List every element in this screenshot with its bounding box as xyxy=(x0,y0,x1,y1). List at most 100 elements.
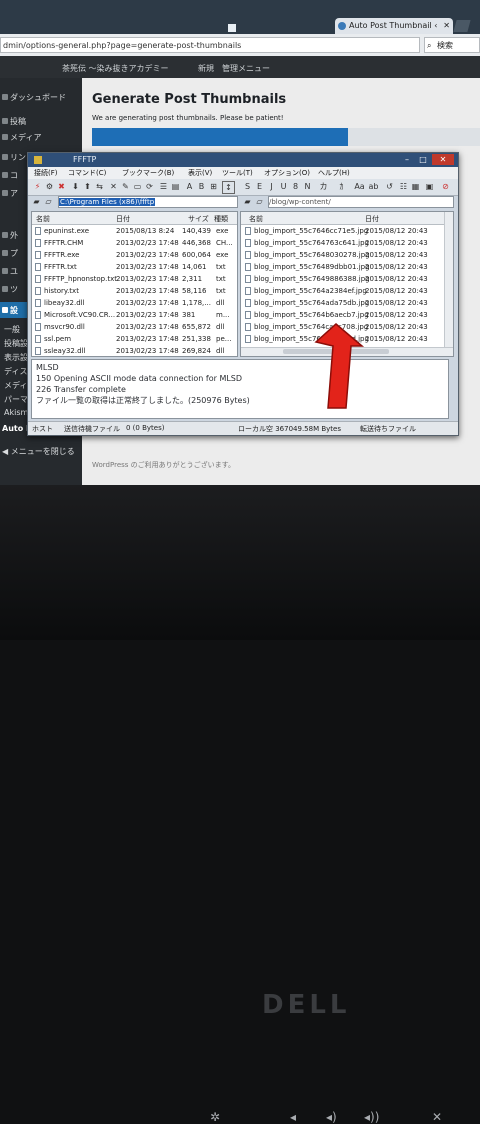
ascii-mode-icon[interactable]: A xyxy=(184,181,195,192)
grid-icon[interactable]: ▦ xyxy=(410,181,421,192)
menu-options[interactable]: オプション(O) xyxy=(264,168,310,178)
close-icon[interactable]: ✕ xyxy=(432,154,454,165)
sidebar-item-posts[interactable]: 投稿 xyxy=(10,116,26,127)
binary-mode-icon[interactable]: B xyxy=(196,181,207,192)
settings-icon xyxy=(2,307,8,313)
monitor-bezel: DELL ✲ ◂ ◂) ◂)) ✕ xyxy=(0,485,480,1124)
upload-icon[interactable]: ⬆ xyxy=(82,181,93,192)
maximize-icon[interactable]: □ xyxy=(416,154,430,165)
sidebar-item-media[interactable]: メディア xyxy=(10,132,41,143)
sidebar-item-appearance[interactable]: ア xyxy=(10,188,18,199)
mute-icon[interactable]: ✕ xyxy=(432,1110,442,1124)
name-case-icon[interactable]: ab xyxy=(368,181,379,192)
menu-tools[interactable]: ツール(T) xyxy=(222,168,253,178)
file-name: history.txt xyxy=(44,287,79,295)
col-date[interactable]: 日付 xyxy=(365,214,379,224)
collapse-menu-button[interactable]: ◀ メニューを閉じる xyxy=(2,446,75,457)
site-name-link[interactable]: 茶筅伝 〜染み抜きアカデミー xyxy=(62,63,169,74)
file-date: 2015/08/12 20:43 xyxy=(365,227,428,235)
detail-view-icon[interactable]: ▤ xyxy=(170,181,181,192)
sidebar-item-settings[interactable]: 設 xyxy=(10,305,18,316)
rename-icon[interactable]: ✎ xyxy=(120,181,131,192)
file-icon xyxy=(245,311,251,319)
menu-connect[interactable]: 接続(F) xyxy=(34,168,58,178)
sidebar-item-tools[interactable]: ツ xyxy=(10,284,18,295)
list-view-icon[interactable]: ☰ xyxy=(158,181,169,192)
col-type[interactable]: 種類 xyxy=(214,214,228,224)
new-link[interactable]: 新規 xyxy=(198,63,214,74)
quick-connect-icon[interactable]: ⚙ xyxy=(44,181,55,192)
close-tab-icon[interactable]: ✕ xyxy=(443,18,450,34)
kanji-sjis-icon[interactable]: S xyxy=(242,181,253,192)
brightness-icon[interactable]: ✲ xyxy=(210,1110,220,1124)
kana-convert-icon[interactable]: カ xyxy=(318,181,329,192)
sync-icon[interactable]: ↕ xyxy=(222,181,235,194)
connect-icon[interactable]: ⚡ xyxy=(32,181,43,192)
menu-view[interactable]: 表示(V) xyxy=(188,168,212,178)
auto-mode-icon[interactable]: ⊞ xyxy=(208,181,219,192)
file-date: 2015/08/13 8:24 xyxy=(116,227,175,235)
sidebar-item-links[interactable]: リン xyxy=(10,152,26,163)
kanji-utf8-icon[interactable]: U xyxy=(278,181,289,192)
col-name[interactable]: 名前 xyxy=(249,214,263,224)
stop-icon[interactable]: ⊘ xyxy=(440,181,451,192)
upper-lower-icon[interactable]: Aa xyxy=(354,181,365,192)
table-row[interactable]: ssleay32.dll 2013/02/23 17:48 269,824 dll xyxy=(32,345,237,356)
remote-path-input[interactable]: /blog/wp-content/ xyxy=(268,196,454,208)
tools-icon xyxy=(2,286,8,292)
refresh-icon[interactable]: ⟳ xyxy=(144,181,155,192)
kanji-euc-icon[interactable]: E xyxy=(254,181,265,192)
options-icon[interactable]: ▣ xyxy=(424,181,435,192)
file-size: 1,178,... xyxy=(182,299,211,307)
local-path-input[interactable]: C:\Program Files (x86)\ffftp xyxy=(58,196,238,208)
kanji-jis-icon[interactable]: J xyxy=(266,181,277,192)
delete-icon[interactable]: ✕ xyxy=(108,181,119,192)
file-icon xyxy=(245,239,251,247)
sidebar-item-users[interactable]: ユ xyxy=(10,266,18,277)
col-name[interactable]: 名前 xyxy=(36,214,50,224)
file-type: dll xyxy=(216,299,225,307)
ffftp-statusbar: ホスト 送信待機ファイル 0 (0 Bytes) ローカル空 367049.58… xyxy=(28,421,458,435)
sidebar-item-external[interactable]: 外 xyxy=(10,230,18,241)
remote-folder-icon[interactable]: ▰ xyxy=(242,196,253,207)
sidebar-item-dashboard[interactable]: ダッシュボード xyxy=(10,92,66,103)
disconnect-icon[interactable]: ✖ xyxy=(56,181,67,192)
local-parent-icon[interactable]: ▱ xyxy=(43,196,54,207)
menu-command[interactable]: コマンド(C) xyxy=(68,168,106,178)
sidebar-item-plugins[interactable]: プ xyxy=(10,248,18,259)
minimize-icon[interactable]: – xyxy=(400,154,414,165)
admin-menu-link[interactable]: 管理メニュー xyxy=(222,63,270,74)
status-bytes: 0 (0 Bytes) xyxy=(126,424,165,432)
progress-fill xyxy=(92,128,349,146)
reload-icon[interactable]: ↺ xyxy=(384,181,395,192)
new-tab-button[interactable] xyxy=(453,20,471,32)
volume-icon[interactable]: ◂)) xyxy=(364,1110,379,1124)
volume-down-icon[interactable]: ◂ xyxy=(290,1110,296,1124)
mirror-icon[interactable]: ⇆ xyxy=(94,181,105,192)
log-line: 150 Opening ASCII mode data connection f… xyxy=(36,374,243,383)
sidebar-item-comments[interactable]: コ xyxy=(10,170,18,181)
log-line: 226 Transfer complete xyxy=(36,385,126,394)
col-date[interactable]: 日付 xyxy=(116,214,130,224)
kanji-none-icon[interactable]: N xyxy=(302,181,313,192)
menu-bookmark[interactable]: ブックマーク(B) xyxy=(122,168,174,178)
menu-help[interactable]: ヘルプ(H) xyxy=(318,168,350,178)
address-bar[interactable]: dmin/options-general.php?page=generate-p… xyxy=(0,37,420,53)
browser-tab[interactable]: Auto Post Thumbnail ‹ ✕ xyxy=(335,18,453,34)
remote-parent-icon[interactable]: ▱ xyxy=(254,196,265,207)
half-width-icon[interactable]: ｶ xyxy=(336,181,347,192)
file-date: 2013/02/23 17:48 xyxy=(116,335,179,343)
volume-up-icon[interactable]: ◂) xyxy=(326,1110,337,1124)
search-input[interactable]: ⌕ 検索 xyxy=(424,37,480,53)
ffftp-titlebar[interactable]: FFFTP – □ ✕ xyxy=(28,153,458,167)
download-icon[interactable]: ⬇ xyxy=(70,181,81,192)
local-folder-icon[interactable]: ▰ xyxy=(31,196,42,207)
list-icon[interactable]: ☷ xyxy=(398,181,409,192)
new-folder-icon[interactable]: ▭ xyxy=(132,181,143,192)
file-icon xyxy=(245,263,251,271)
col-size[interactable]: サイズ xyxy=(188,214,209,224)
kanji-utf8bom-icon[interactable]: 8 xyxy=(290,181,301,192)
submenu-general[interactable]: 一般 xyxy=(4,324,20,335)
file-size: 655,872 xyxy=(182,323,211,331)
submenu-permalinks[interactable]: パーマ xyxy=(4,394,28,405)
